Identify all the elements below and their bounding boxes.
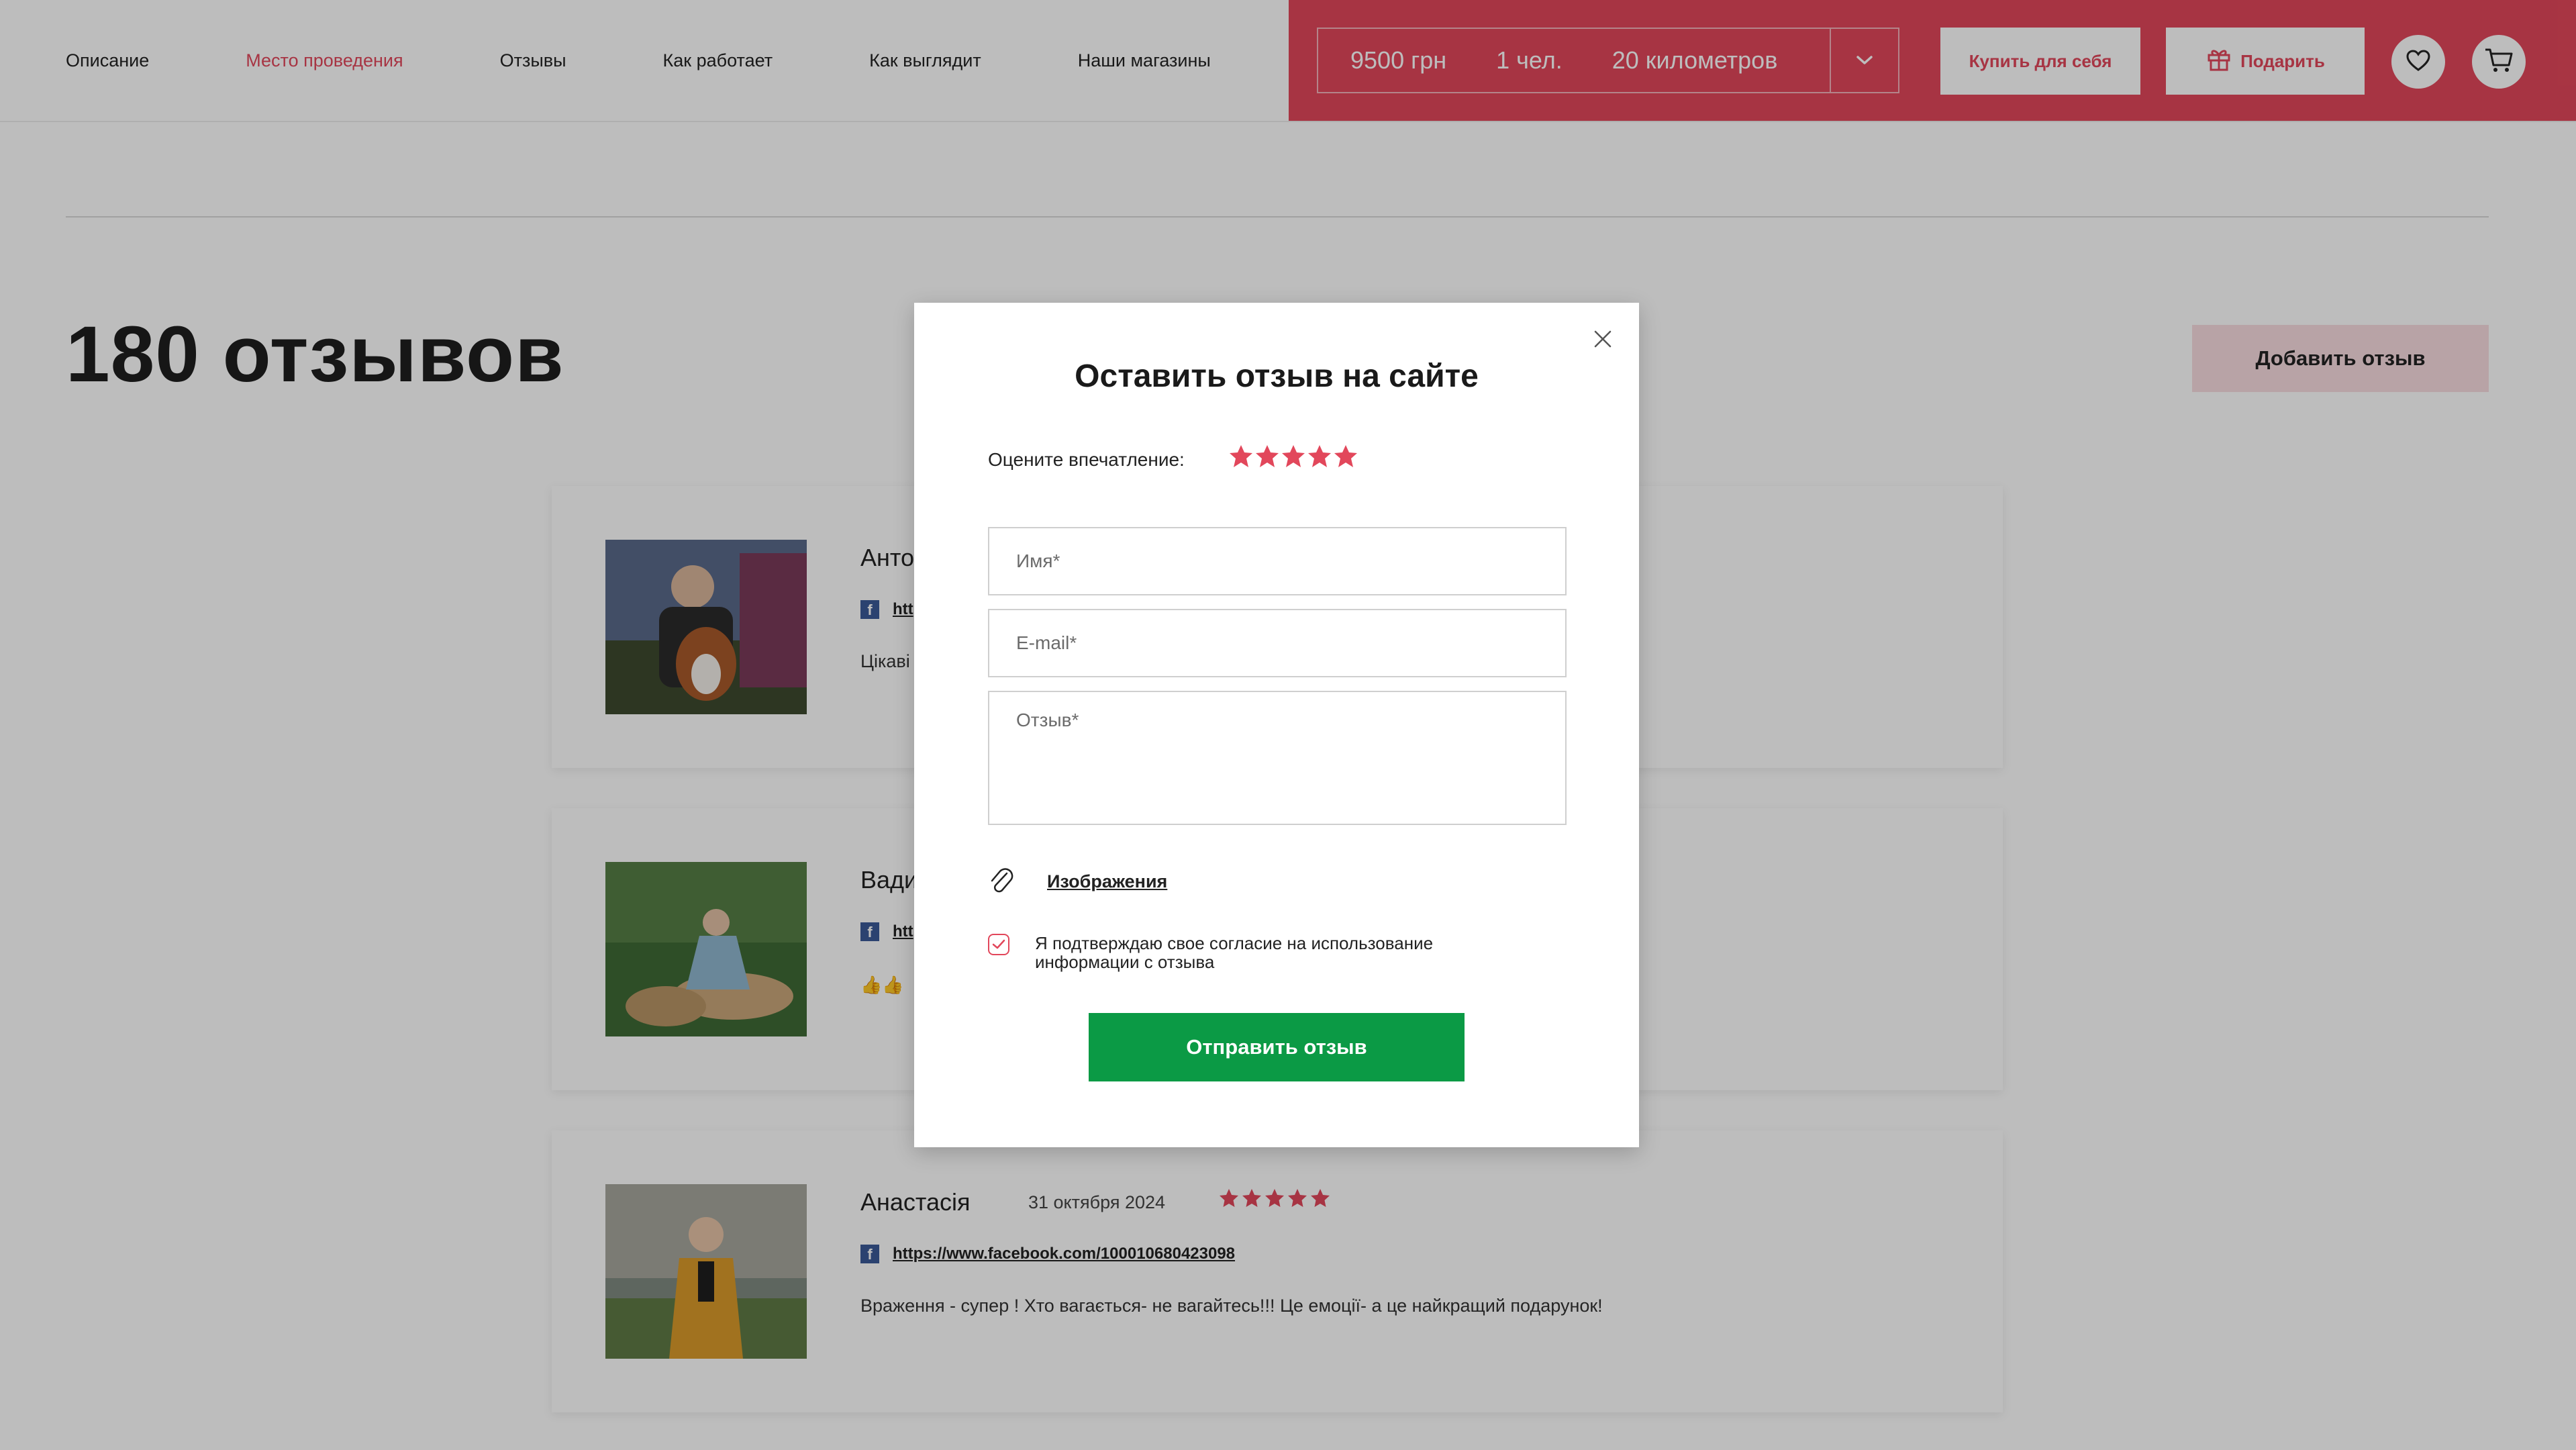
name-input[interactable]	[989, 528, 1565, 594]
consent-checkbox[interactable]	[988, 934, 1009, 955]
paperclip-icon[interactable]	[988, 865, 1015, 898]
review-textarea[interactable]	[989, 692, 1565, 824]
close-icon[interactable]	[1589, 326, 1616, 352]
check-icon	[992, 939, 1005, 949]
consent-label: Я подтверждаю свое согласие на использов…	[1035, 933, 1434, 972]
email-input[interactable]	[989, 610, 1565, 676]
modal-title: Оставить отзыв на сайте	[1075, 358, 1479, 394]
attach-images[interactable]: Изображения	[988, 865, 1167, 898]
submit-review-button[interactable]: Отправить отзыв	[1089, 1013, 1465, 1081]
review-form-modal: Оставить отзыв на сайте Оцените впечатле…	[914, 303, 1639, 1147]
consent-row: Я подтверждаю свое согласие на использов…	[988, 934, 1518, 971]
name-field-box	[988, 527, 1567, 595]
email-field-box	[988, 609, 1567, 677]
rating-label: Оцените впечатление:	[988, 449, 1185, 470]
review-field-box	[988, 691, 1567, 825]
star-icons[interactable]	[1228, 444, 1363, 471]
attach-images-link[interactable]: Изображения	[1047, 871, 1167, 892]
rating-input[interactable]	[1228, 444, 1363, 471]
